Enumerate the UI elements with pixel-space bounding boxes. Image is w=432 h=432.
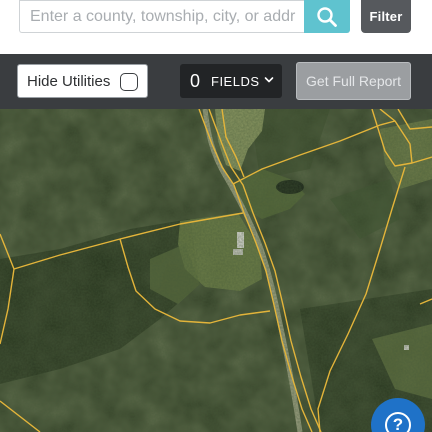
- satellite-map[interactable]: [0, 109, 432, 432]
- map-toolbar: Hide Utilities 0 FIELDS Get Full Report: [0, 54, 432, 109]
- hide-utilities-label: Hide Utilities: [27, 72, 111, 90]
- get-full-report-button[interactable]: Get Full Report: [296, 62, 411, 100]
- fields-dropdown[interactable]: 0 FIELDS: [180, 64, 282, 98]
- filter-button[interactable]: Filter: [361, 0, 411, 33]
- top-search-bar: Filter: [0, 0, 432, 54]
- chevron-down-icon: [264, 77, 274, 83]
- hide-utilities-checkbox[interactable]: [120, 73, 138, 91]
- search-input[interactable]: [19, 0, 306, 33]
- map-grain: [0, 109, 432, 432]
- hide-utilities-toggle[interactable]: Hide Utilities: [17, 64, 148, 98]
- search-icon: [317, 6, 337, 27]
- fields-count: 0: [190, 70, 201, 91]
- search-button[interactable]: [304, 0, 350, 33]
- help-icon: ?: [385, 412, 411, 432]
- map-canvas[interactable]: [0, 109, 432, 432]
- app: Filter Hide Utilities 0 FIELDS Get Full …: [0, 0, 432, 432]
- fields-label: FIELDS: [211, 73, 260, 89]
